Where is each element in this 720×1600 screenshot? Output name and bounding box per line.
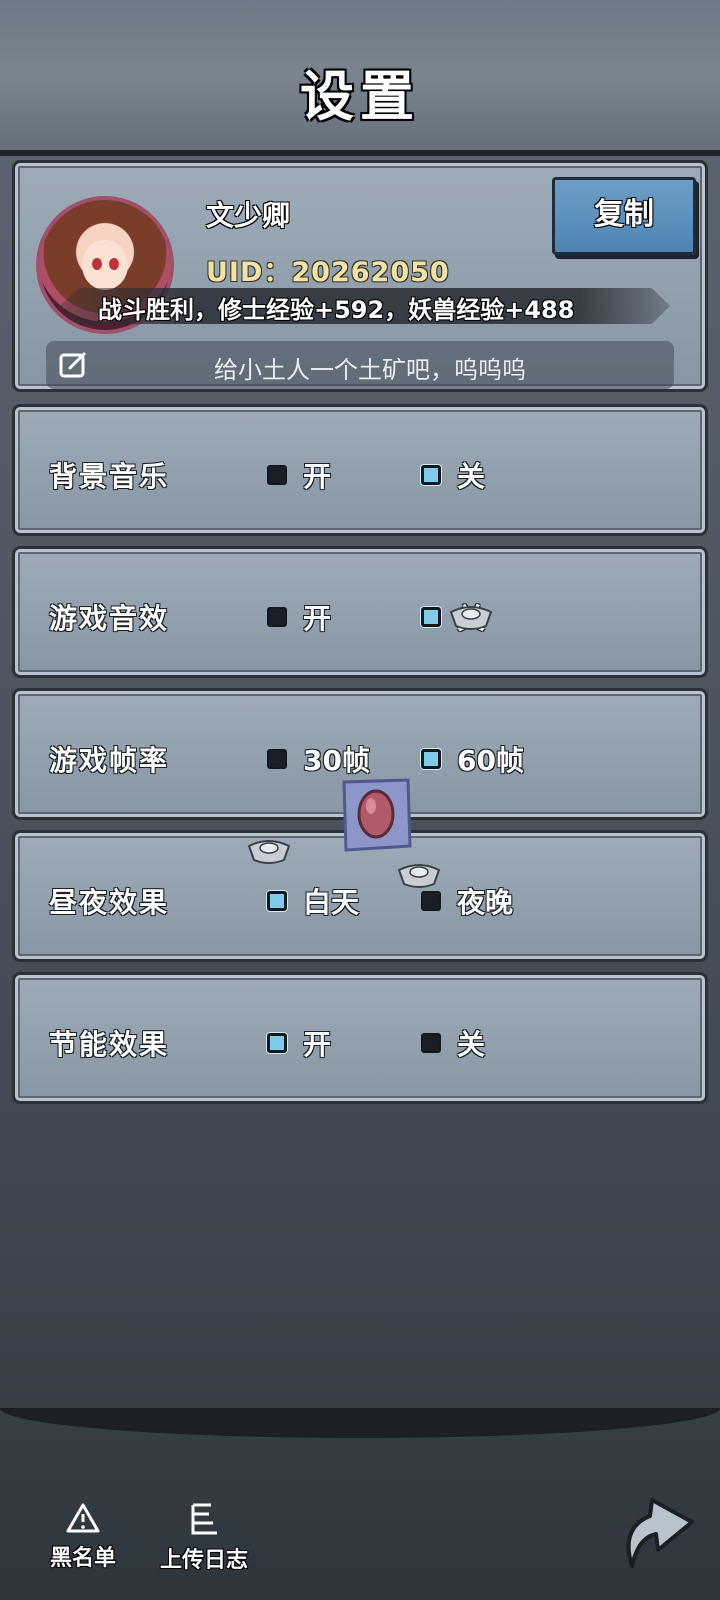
option-on[interactable]: 开 (267, 1023, 331, 1063)
signature-text: 给小土人一个土矿吧，呜呜呜 (214, 356, 526, 384)
checkbox[interactable] (421, 1033, 441, 1053)
warning-icon (66, 1503, 100, 1533)
option-label: 开 (303, 602, 332, 635)
option-30fps[interactable]: 30帧 (267, 739, 370, 779)
setting-label: 背景音乐 (49, 460, 170, 493)
avatar-face (82, 240, 128, 290)
option-label: 关 (457, 1028, 486, 1061)
player-uid: UID：20262050 (206, 257, 450, 288)
option-off[interactable]: 关 (421, 1023, 485, 1063)
setting-row-sfx: 游戏音效 开 关 (12, 546, 708, 678)
option-60fps[interactable]: 60帧 (421, 739, 524, 779)
option-label: 开 (303, 1028, 332, 1061)
checkbox-selected[interactable] (421, 749, 441, 769)
setting-label: 节能效果 (49, 1028, 170, 1061)
silver-ingot-icon (397, 864, 441, 888)
checkbox-selected[interactable] (267, 1033, 287, 1053)
checkbox[interactable] (267, 607, 287, 627)
player-name: 文少卿 (206, 199, 291, 232)
option-label: 关 (457, 460, 486, 493)
option-on[interactable]: 开 (267, 455, 331, 495)
option-label: 60帧 (457, 744, 524, 777)
copy-button[interactable]: 复制 (552, 177, 696, 255)
checkbox[interactable] (421, 891, 441, 911)
footer-divider (0, 1408, 720, 1438)
checkbox[interactable] (267, 465, 287, 485)
option-off[interactable]: 关 (421, 455, 485, 495)
option-day[interactable]: 白天 (267, 881, 359, 921)
upload-log-label: 上传日志 (159, 1548, 248, 1573)
silver-ingot-icon (449, 606, 493, 630)
gem-scroll-icon (342, 778, 412, 852)
setting-row-powersave: 节能效果 开 关 (12, 972, 708, 1104)
option-label: 开 (303, 460, 332, 493)
checkbox[interactable] (267, 749, 287, 769)
edit-icon[interactable] (58, 350, 90, 380)
blacklist-label: 黑名单 (49, 1546, 116, 1571)
setting-label: 游戏音效 (49, 602, 170, 635)
back-arrow-icon[interactable] (612, 1478, 698, 1572)
checkbox-selected[interactable] (421, 465, 441, 485)
battle-message: 战斗胜利，修士经验+592，妖兽经验+488 (98, 296, 575, 324)
silver-ingot-icon (247, 840, 291, 864)
upload-log-button[interactable]: 上传日志 (152, 1502, 256, 1574)
checkbox-selected[interactable] (421, 607, 441, 627)
page-title: 设置 (300, 65, 420, 128)
setting-label: 游戏帧率 (49, 744, 170, 777)
option-label: 白天 (303, 886, 360, 919)
setting-label: 昼夜效果 (49, 886, 170, 919)
option-label: 30帧 (303, 744, 370, 777)
log-icon (191, 1503, 217, 1535)
checkbox-selected[interactable] (267, 891, 287, 911)
blacklist-button[interactable]: 黑名单 (44, 1502, 122, 1572)
header: 设置 (0, 0, 720, 156)
setting-row-bgm: 背景音乐 开 关 (12, 404, 708, 536)
option-label: 夜晚 (457, 886, 514, 919)
option-on[interactable]: 开 (267, 597, 331, 637)
